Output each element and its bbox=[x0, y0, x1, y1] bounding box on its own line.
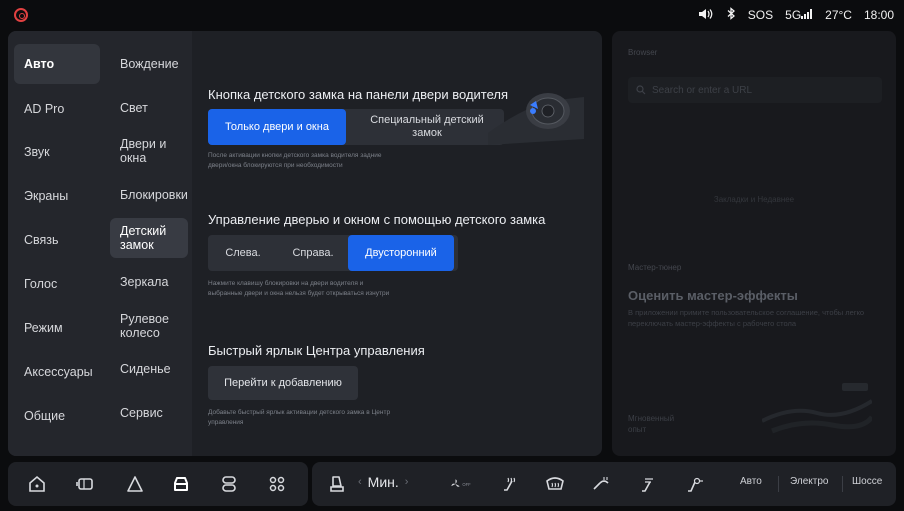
fan-decrease-icon[interactable]: ‹ bbox=[358, 476, 362, 488]
nav-item-voice[interactable]: Голос bbox=[14, 264, 100, 304]
browser-label: Browser bbox=[628, 48, 658, 57]
subnav-item-steering-wheel[interactable]: Рулевое колесо bbox=[110, 306, 188, 346]
subnav-item-doors-windows[interactable]: Двери и окна bbox=[110, 131, 188, 171]
home-icon[interactable] bbox=[26, 473, 48, 495]
status-indicators: SOS 5G 27°C 18:00 bbox=[698, 7, 894, 23]
option-special-child-lock[interactable]: Специальный детский замок bbox=[354, 109, 500, 145]
tuner-title[interactable]: Оценить мастер-эффекты bbox=[628, 288, 798, 303]
right-widget-panel: Browser Search or enter a URL Закладки и… bbox=[612, 31, 896, 456]
nav-item-connection[interactable]: Связь bbox=[14, 220, 100, 260]
door-panel-illustration bbox=[488, 81, 584, 151]
nav-item-screens[interactable]: Экраны bbox=[14, 176, 100, 216]
mode-separator bbox=[842, 476, 843, 492]
settings-subnav: Вождение Свет Двери и окна Блокировки Де… bbox=[106, 31, 192, 456]
hint-door-window-control: Нажмите клавишу блокировки на двери води… bbox=[208, 280, 390, 297]
drive-mode-auto[interactable]: Авто bbox=[740, 476, 762, 487]
front-defrost-icon[interactable] bbox=[544, 473, 566, 495]
volume-icon[interactable] bbox=[698, 8, 714, 23]
apps-grid-icon[interactable] bbox=[266, 473, 288, 495]
network-label: 5G bbox=[785, 8, 802, 22]
audio-waves-illustration bbox=[762, 383, 872, 434]
seat-heat-icon[interactable] bbox=[498, 473, 520, 495]
seat-icon[interactable] bbox=[326, 473, 348, 495]
seat-ventilation-icon[interactable] bbox=[636, 473, 658, 495]
subnav-item-seat[interactable]: Сиденье bbox=[110, 349, 188, 389]
fan-increase-icon[interactable]: › bbox=[405, 476, 409, 488]
settings-panel: Авто AD Pro Звук Экраны Связь Голос Режи… bbox=[8, 31, 602, 456]
subnav-item-service[interactable]: Сервис bbox=[110, 393, 188, 433]
nav-item-mode[interactable]: Режим bbox=[14, 308, 100, 348]
browser-search-placeholder: Search or enter a URL bbox=[652, 84, 753, 96]
dock-app-bar bbox=[8, 462, 308, 506]
mode-separator bbox=[778, 476, 779, 492]
go-to-add-button[interactable]: Перейти к добавлению bbox=[208, 366, 358, 400]
drive-mode-highway[interactable]: Шоссе bbox=[852, 476, 882, 487]
brake-warning-icon bbox=[14, 8, 28, 22]
section-title-door-window-control: Управление дверью и окном с помощью детс… bbox=[208, 212, 546, 227]
door-window-side-selector: Слева. Справа. Двусторонний bbox=[208, 235, 458, 271]
bluetooth-icon[interactable] bbox=[726, 7, 736, 23]
nav-item-sound[interactable]: Звук bbox=[14, 132, 100, 172]
fan-level-label: Мин. bbox=[367, 474, 399, 490]
climate-bar: ‹ Мин. › OFF Авто Электро Шоссе bbox=[312, 462, 896, 506]
drive-mode-electric[interactable]: Электро bbox=[790, 476, 828, 487]
clock-label: 18:00 bbox=[863, 8, 894, 22]
search-icon bbox=[636, 85, 646, 95]
split-screen-icon[interactable] bbox=[74, 473, 96, 495]
instant-experience-label[interactable]: Мгновенный опыт bbox=[628, 413, 688, 435]
nav-item-ad-pro[interactable]: AD Pro bbox=[14, 89, 100, 129]
subnav-item-locks[interactable]: Блокировки bbox=[110, 175, 188, 215]
driver-button-selector: Только двери и окна Специальный детский … bbox=[208, 109, 504, 145]
tuner-description: В приложении примите пользовательское со… bbox=[628, 308, 865, 328]
option-left[interactable]: Слева. bbox=[208, 235, 278, 271]
section-title-driver-button: Кнопка детского замка на панели двери во… bbox=[208, 87, 509, 102]
network-indicator: 5G bbox=[785, 8, 813, 22]
hint-driver-button: После активации кнопки детского замка во… bbox=[208, 152, 382, 169]
fan-icon[interactable]: OFF bbox=[450, 473, 482, 495]
bookmarks-placeholder: Закладки и Недавнее bbox=[713, 195, 795, 204]
bottom-dock: ‹ Мин. › OFF Авто Электро Шоссе bbox=[8, 462, 896, 506]
car-icon[interactable] bbox=[170, 473, 192, 495]
nav-item-auto[interactable]: Авто bbox=[14, 44, 100, 84]
child-lock-content: Кнопка детского замка на панели двери во… bbox=[198, 31, 602, 456]
browser-search-bar[interactable]: Search or enter a URL bbox=[628, 77, 882, 103]
hint-control-center-shortcut: Добавьте быстрый ярлык активации детског… bbox=[208, 409, 391, 426]
subnav-item-mirrors[interactable]: Зеркала bbox=[110, 262, 188, 302]
tuner-label: Мастер-тюнер bbox=[628, 263, 682, 272]
nav-item-general[interactable]: Общие bbox=[14, 396, 100, 436]
sos-label[interactable]: SOS bbox=[748, 8, 773, 22]
settings-nav: Авто AD Pro Звук Экраны Связь Голос Режи… bbox=[8, 31, 106, 456]
option-doors-windows-only[interactable]: Только двери и окна bbox=[208, 109, 346, 145]
steering-heat-icon[interactable] bbox=[590, 473, 612, 495]
fan-state-label: OFF bbox=[462, 482, 471, 487]
option-right[interactable]: Справа. bbox=[278, 235, 348, 271]
subnav-item-driving[interactable]: Вождение bbox=[110, 44, 188, 84]
temperature-label: 27°C bbox=[825, 8, 852, 22]
nav-item-accessories[interactable]: Аксессуары bbox=[14, 352, 100, 392]
option-both-sides[interactable]: Двусторонний bbox=[348, 235, 454, 271]
subnav-item-lights[interactable]: Свет bbox=[110, 88, 188, 128]
section-title-control-center-shortcut: Быстрый ярлык Центра управления bbox=[208, 343, 425, 358]
seat-massage-icon[interactable] bbox=[682, 473, 704, 495]
navigation-icon[interactable] bbox=[124, 473, 146, 495]
status-bar: SOS 5G 27°C 18:00 bbox=[0, 0, 904, 30]
media-icon[interactable] bbox=[218, 473, 240, 495]
subnav-item-child-lock[interactable]: Детский замок bbox=[110, 218, 188, 258]
fan-speed-control[interactable]: ‹ Мин. › bbox=[358, 474, 408, 490]
